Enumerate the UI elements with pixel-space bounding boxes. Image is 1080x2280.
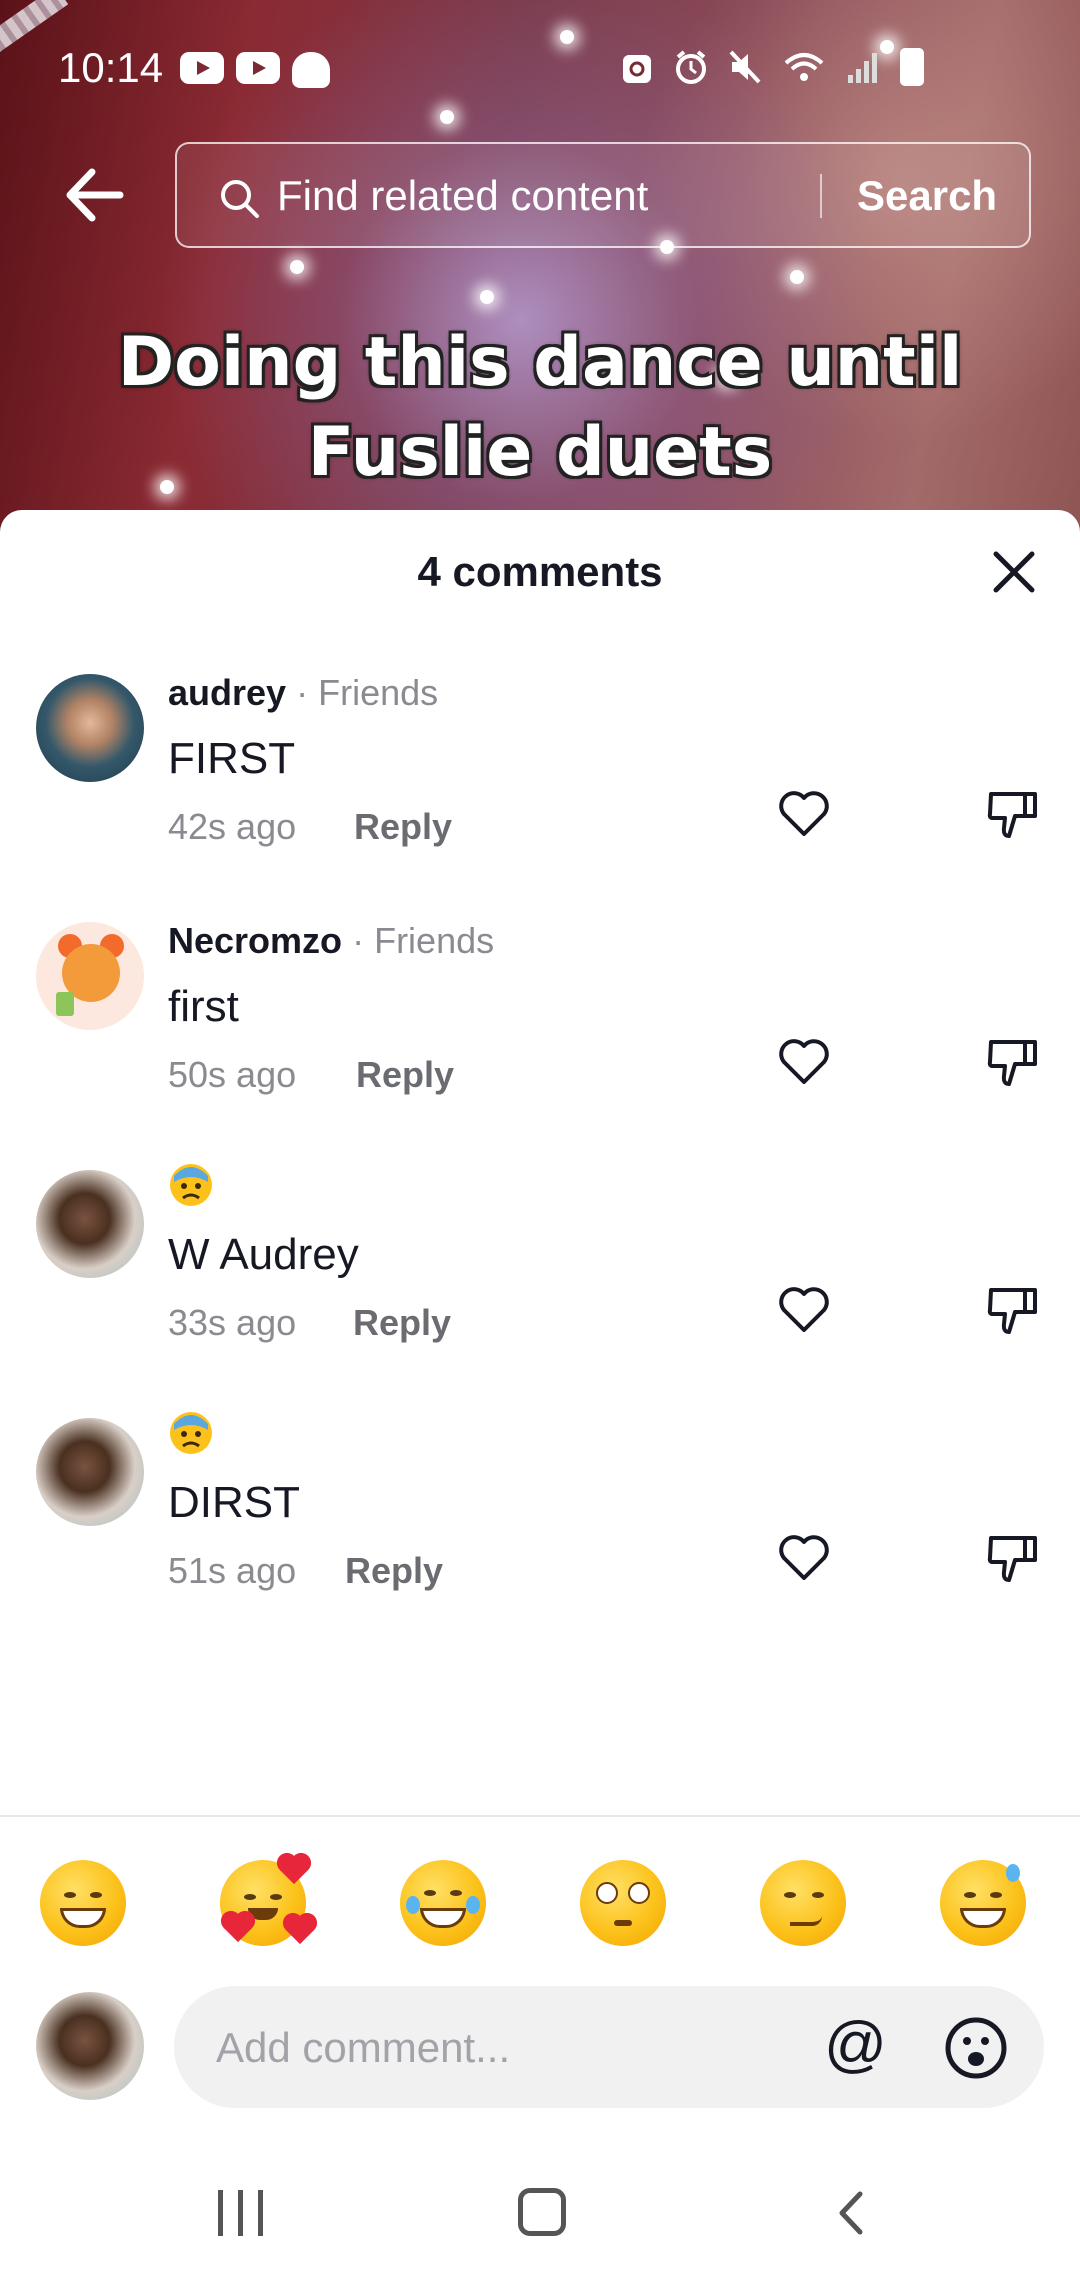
composer-divider: [0, 1815, 1080, 1817]
comment-text: FIRST: [168, 734, 296, 783]
video-caption: Doing this dance until Fuslie duets: [117, 323, 963, 492]
status-time: 10:14: [58, 44, 164, 91]
heart-icon[interactable]: [776, 786, 832, 842]
signal-icon: [848, 53, 877, 83]
heart-icon[interactable]: [776, 1530, 832, 1586]
youtube-icon: [180, 52, 224, 84]
search-icon: [221, 180, 259, 218]
smiling-face-with-hearts-emoji-icon[interactable]: [220, 1855, 315, 1946]
anxious-face-emoji-icon[interactable]: [168, 1162, 214, 1208]
comment-input[interactable]: Add comment... @: [174, 1986, 1044, 2108]
emoji-picker-icon[interactable]: [944, 2016, 1008, 2080]
avatar[interactable]: [36, 1418, 144, 1526]
comment-time: 33s ago: [168, 1302, 297, 1343]
comment-text: DIRST: [168, 1478, 300, 1527]
avatar[interactable]: [36, 922, 144, 1030]
smirking-face-emoji-icon[interactable]: [760, 1860, 846, 1946]
search-bar[interactable]: Find related content Search: [175, 142, 1031, 248]
back-arrow-icon[interactable]: [60, 160, 130, 230]
close-icon[interactable]: [988, 546, 1040, 598]
home-icon[interactable]: [518, 2188, 566, 2236]
search-button[interactable]: Search: [857, 172, 997, 220]
avatar[interactable]: [36, 1170, 144, 1278]
comment-placeholder[interactable]: Add comment...: [216, 2024, 510, 2072]
comment-item: W Audrey 33s ago Reply: [0, 1152, 1080, 1400]
recent-apps-icon[interactable]: [216, 2190, 266, 2236]
quick-emoji-bar: [0, 1855, 1080, 1960]
reply-button[interactable]: Reply: [354, 806, 452, 848]
dislike-icon[interactable]: [985, 1530, 1041, 1586]
my-avatar[interactable]: [36, 1992, 144, 2100]
dislike-icon[interactable]: [985, 786, 1041, 842]
system-back-icon[interactable]: [828, 2188, 878, 2238]
reply-button[interactable]: Reply: [356, 1054, 454, 1096]
battery-icon: [900, 48, 924, 86]
friends-tag: Friends: [318, 672, 439, 713]
comments-sheet: 4 comments audrey · Friends FIRST 42s ag…: [0, 510, 1080, 2280]
reply-button[interactable]: Reply: [345, 1550, 443, 1592]
system-nav-bar: [0, 2150, 1080, 2280]
search-input[interactable]: Find related content: [277, 172, 648, 220]
comment-username-line[interactable]: audrey · Friends: [168, 672, 438, 714]
alarm-icon: [676, 50, 706, 84]
comment-item: audrey · Friends FIRST 42s ago Reply: [0, 656, 1080, 904]
anxious-face-emoji-icon[interactable]: [168, 1410, 214, 1456]
friends-tag: Friends: [374, 920, 495, 961]
comment-text: W Audrey: [168, 1230, 359, 1279]
comment-item: DIRST 51s ago Reply: [0, 1400, 1080, 1648]
comment-time: 42s ago: [168, 806, 297, 847]
mute-icon: [729, 50, 761, 84]
dislike-icon[interactable]: [985, 1034, 1041, 1090]
flushed-face-emoji-icon[interactable]: [580, 1860, 666, 1946]
comments-count-title: 4 comments: [417, 548, 663, 595]
grinning-face-emoji-icon[interactable]: [40, 1860, 126, 1946]
comment-text: first: [168, 982, 239, 1031]
heart-icon[interactable]: [776, 1034, 832, 1090]
wifi-icon: [784, 53, 824, 81]
snapchat-icon: [292, 52, 330, 88]
comment-username[interactable]: Necromzo: [168, 920, 342, 961]
youtube-icon: [236, 52, 280, 84]
comment-time: 50s ago: [168, 1054, 297, 1095]
search-divider: [820, 174, 822, 218]
heart-icon[interactable]: [776, 1282, 832, 1338]
tears-of-joy-emoji-icon[interactable]: [400, 1860, 486, 1946]
comment-item: Necromzo · Friends first 50s ago Reply: [0, 904, 1080, 1152]
sync-icon: [623, 55, 651, 83]
comment-time: 51s ago: [168, 1550, 297, 1591]
status-bar: 10:14: [0, 0, 1080, 140]
grinning-sweat-emoji-icon[interactable]: [940, 1860, 1026, 1946]
dislike-icon[interactable]: [985, 1282, 1041, 1338]
avatar[interactable]: [36, 674, 144, 782]
comment-username-line[interactable]: Necromzo · Friends: [168, 920, 494, 962]
comment-username[interactable]: audrey: [168, 672, 286, 713]
reply-button[interactable]: Reply: [353, 1302, 451, 1344]
mention-button[interactable]: @: [824, 2014, 887, 2076]
